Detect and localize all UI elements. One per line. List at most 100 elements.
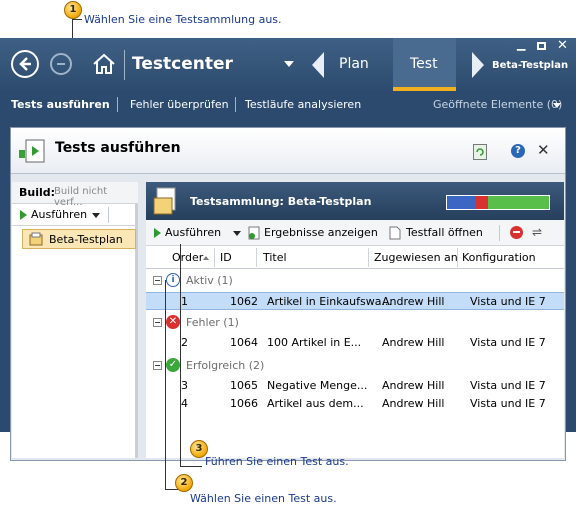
home-icon[interactable] xyxy=(91,51,117,77)
play-icon[interactable] xyxy=(154,228,161,238)
subnav-run-tests[interactable]: Tests ausführen xyxy=(11,98,110,111)
cell-title: Negative Menge... xyxy=(267,379,368,392)
column-id[interactable]: ID xyxy=(220,251,232,264)
tab-test-label[interactable]: Test xyxy=(410,56,438,72)
collapse-icon[interactable] xyxy=(153,318,162,327)
cell-id: 1062 xyxy=(230,295,258,308)
left-pane: Build: Build nicht verf... Ausführen Bet… xyxy=(12,182,138,458)
group-header-failed[interactable]: ✕ Fehler (1) xyxy=(146,313,564,333)
left-run-toolbar: Ausführen xyxy=(12,204,138,226)
callout-1-hline xyxy=(72,19,82,20)
left-run-button[interactable]: Ausführen xyxy=(31,208,87,221)
play-icon[interactable] xyxy=(20,210,27,220)
test-suite-icon xyxy=(29,232,43,246)
cell-id: 1064 xyxy=(230,336,258,349)
cell-title: Artikel aus dem... xyxy=(267,397,364,410)
group-label: Fehler (1) xyxy=(186,316,239,329)
collapse-icon[interactable] xyxy=(153,276,162,285)
toolbar-separator xyxy=(499,225,500,241)
cell-assigned: Andrew Hill xyxy=(382,397,445,410)
nav-plan[interactable]: Plan xyxy=(339,56,369,72)
cell-title: Artikel in Einkaufswa... xyxy=(267,295,392,308)
divider xyxy=(124,50,125,80)
callout-3-line xyxy=(180,244,181,466)
refresh-icon[interactable] xyxy=(473,144,487,160)
forward-icon[interactable] xyxy=(50,53,72,75)
run-tests-icon xyxy=(17,138,47,164)
cell-assigned: Andrew Hill xyxy=(382,379,445,392)
column-separator xyxy=(214,248,215,267)
table-row[interactable]: 2 1064 100 Artikel in E... Andrew Hill V… xyxy=(146,334,564,352)
collapse-icon[interactable] xyxy=(153,361,162,370)
sub-navigation: Tests ausführen Fehler überprüfen Testlä… xyxy=(0,91,576,119)
cell-config: Vista und IE 7 xyxy=(470,336,546,349)
title-bar: Testcenter Plan Test Beta-Testplan ▁ ✕ xyxy=(0,38,576,91)
column-assigned-to[interactable]: Zugewiesen an xyxy=(374,251,458,264)
app-title: Testcenter xyxy=(132,54,233,74)
suite-header: Testsammlung: Beta-Testplan xyxy=(146,182,564,220)
progress-failed-segment xyxy=(474,196,488,209)
open-testcase-icon xyxy=(389,226,401,240)
run-tests-panel: Tests ausführen ? ✕ Build: Build nicht v… xyxy=(10,127,566,461)
group-header-passed[interactable]: ✓ Erfolgreich (2) xyxy=(146,356,564,376)
nav-testplan[interactable]: Beta-Testplan xyxy=(492,60,568,71)
passed-icon: ✓ xyxy=(166,358,180,372)
chevron-down-icon[interactable] xyxy=(92,213,100,218)
cell-config: Vista und IE 7 xyxy=(470,295,546,308)
panel-header: Tests ausführen ? ✕ xyxy=(11,128,565,174)
group-header-active[interactable]: i Aktiv (1) xyxy=(146,271,564,291)
close-icon[interactable]: ✕ xyxy=(537,141,550,159)
subnav-verify-bugs[interactable]: Fehler überprüfen xyxy=(130,98,229,111)
column-separator xyxy=(457,248,458,267)
chevron-down-icon[interactable] xyxy=(233,231,241,236)
column-order[interactable]: Order xyxy=(172,251,203,264)
maximize-icon[interactable] xyxy=(537,42,546,50)
callout-2-text: Wählen Sie einen Test aus. xyxy=(190,492,337,505)
back-icon[interactable] xyxy=(11,50,39,78)
test-suite-label[interactable]: Beta-Testplan xyxy=(49,233,123,246)
callout-1-badge: 1 xyxy=(64,1,82,19)
right-pane: Testsammlung: Beta-Testplan Ausführen Er… xyxy=(146,182,564,458)
column-separator xyxy=(256,248,257,267)
progress-passed-segment xyxy=(487,196,549,209)
view-results-icon xyxy=(247,226,261,240)
panel-title: Tests ausführen xyxy=(55,140,181,156)
subnav-separator xyxy=(235,97,236,112)
cell-assigned: Andrew Hill xyxy=(382,295,445,308)
progress-active-segment xyxy=(447,196,475,209)
suite-toolbar: Ausführen Ergebnisse anzeigen Testfall ö… xyxy=(146,220,564,246)
minimize-icon[interactable]: ▁ xyxy=(517,38,525,51)
chevron-down-icon[interactable] xyxy=(284,61,294,67)
close-window-icon[interactable]: ✕ xyxy=(557,38,568,53)
test-suite-item[interactable]: Beta-Testplan xyxy=(22,229,136,249)
app-window: Testcenter Plan Test Beta-Testplan ▁ ✕ T… xyxy=(0,38,576,461)
chevron-down-icon[interactable] xyxy=(553,103,561,108)
open-testcase-button[interactable]: Testfall öffnen xyxy=(406,226,483,239)
column-configuration[interactable]: Konfiguration xyxy=(462,251,536,264)
table-row[interactable]: 4 1066 Artikel aus dem... Andrew Hill Vi… xyxy=(146,395,564,413)
callout-2-badge: 2 xyxy=(175,474,193,492)
nav-right-arrow-icon xyxy=(472,52,484,78)
options-icon[interactable]: ⇌ xyxy=(532,225,542,239)
suite-progress-bar xyxy=(446,195,550,210)
build-label: Build: xyxy=(19,186,56,199)
group-label: Aktiv (1) xyxy=(186,274,233,287)
subnav-analyze-runs[interactable]: Testläufe analysieren xyxy=(245,98,361,111)
help-icon[interactable]: ? xyxy=(511,144,525,158)
subnav-separator xyxy=(117,97,118,112)
callout-1-text: Wählen Sie eine Testsammlung aus. xyxy=(84,13,282,26)
run-button[interactable]: Ausführen xyxy=(165,226,221,239)
view-results-button[interactable]: Ergebnisse anzeigen xyxy=(264,226,378,239)
column-title[interactable]: Titel xyxy=(263,251,287,264)
table-row[interactable]: 1 1062 Artikel in Einkaufswa... Andrew H… xyxy=(146,292,564,310)
info-icon: i xyxy=(166,273,180,287)
build-row: Build: Build nicht verf... xyxy=(12,182,138,208)
suite-icon xyxy=(152,186,182,216)
cell-id: 1065 xyxy=(230,379,258,392)
table-row[interactable]: 3 1065 Negative Menge... Andrew Hill Vis… xyxy=(146,377,564,395)
subnav-open-items[interactable]: Geöffnete Elemente (0) xyxy=(433,98,562,111)
stop-icon[interactable] xyxy=(510,226,523,239)
cell-config: Vista und IE 7 xyxy=(470,397,546,410)
cell-config: Vista und IE 7 xyxy=(470,379,546,392)
nav-left-arrow-icon xyxy=(312,52,324,78)
